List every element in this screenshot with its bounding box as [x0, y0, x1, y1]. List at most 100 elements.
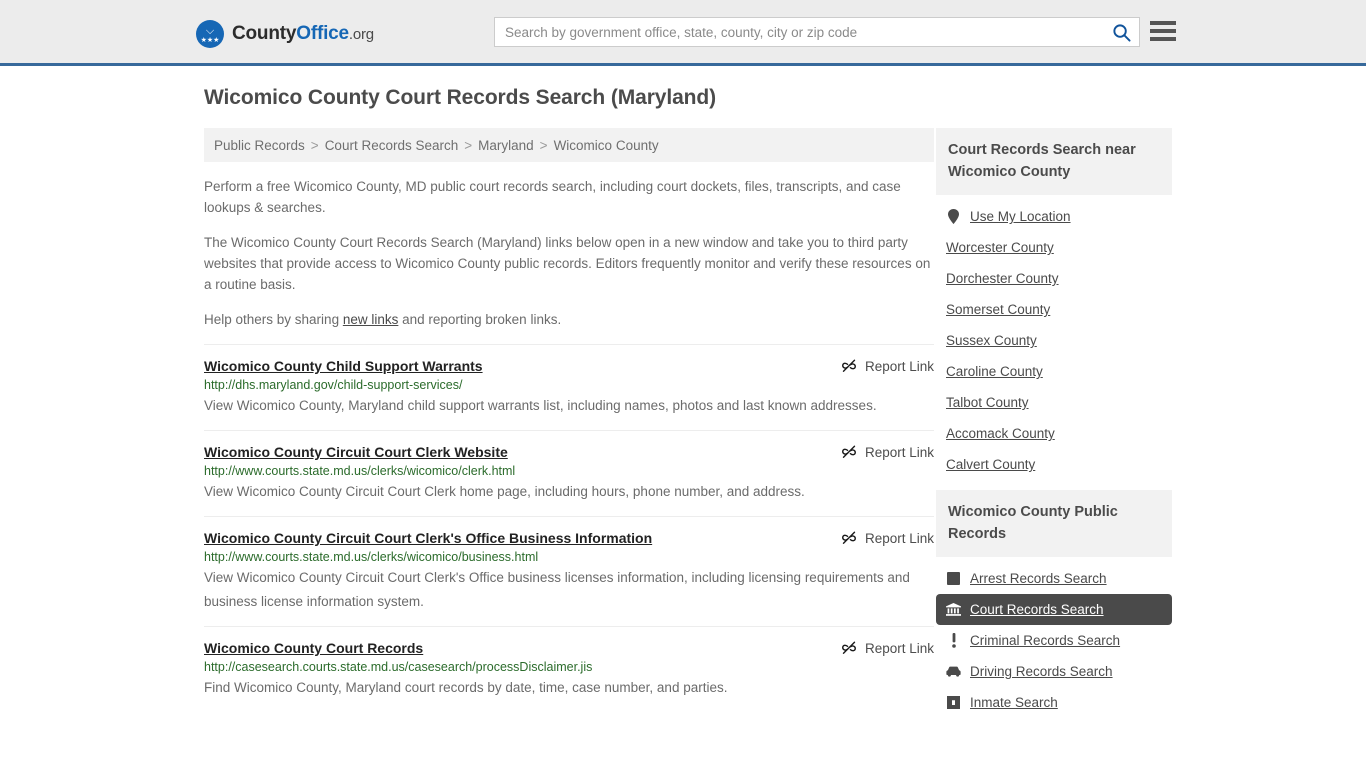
- sidebar-item-label: Inmate Search: [970, 695, 1058, 710]
- hamburger-menu-button[interactable]: [1150, 19, 1176, 43]
- sidebar-item-label: Driving Records Search: [970, 664, 1113, 679]
- sidebar-item-somerset-county[interactable]: Somerset County: [936, 294, 1172, 325]
- report-link-button[interactable]: Report Link: [841, 358, 934, 374]
- sidebar-item-label: Calvert County: [946, 457, 1036, 472]
- sidebar-item-inmate-search[interactable]: Inmate Search: [936, 687, 1172, 718]
- sidebar-item-label: Somerset County: [946, 302, 1051, 317]
- sidebar: Court Records Search near Wicomico Count…: [936, 128, 1172, 728]
- site-header: ⌵ ★★★ CountyOffice.org: [0, 0, 1366, 66]
- result-title-link[interactable]: Wicomico County Child Support Warrants: [204, 358, 483, 374]
- search-input[interactable]: [495, 18, 1103, 46]
- result-title-link[interactable]: Wicomico County Circuit Court Clerk's Of…: [204, 530, 652, 546]
- broken-link-icon: [842, 531, 856, 545]
- page-title: Wicomico County Court Records Search (Ma…: [204, 86, 717, 109]
- sidebar-item-driving-records-search[interactable]: Driving Records Search: [936, 656, 1172, 687]
- result-title-link[interactable]: Wicomico County Circuit Court Clerk Webs…: [204, 444, 508, 460]
- report-link-label: Report Link: [864, 358, 934, 374]
- nearby-searches-box: Court Records Search near Wicomico Count…: [936, 128, 1172, 480]
- fingerprint-icon: [946, 571, 961, 586]
- logo-wordmark: CountyOffice.org: [232, 23, 374, 45]
- sidebar-item-label: Criminal Records Search: [970, 633, 1121, 648]
- sidebar-item-criminal-records-search[interactable]: Criminal Records Search: [936, 625, 1172, 656]
- report-link-button[interactable]: Report Link: [841, 530, 934, 546]
- sidebar-item-accomack-county[interactable]: Accomack County: [936, 418, 1172, 449]
- hamburger-menu-icon: [1150, 21, 1176, 25]
- main-content: Public Records > Court Records Search > Mary…: [196, 128, 934, 712]
- sidebar-item-court-records-search[interactable]: Court Records Search: [936, 594, 1172, 625]
- breadcrumb-item[interactable]: Court Records Search: [325, 138, 459, 153]
- intro-paragraph-1: Perform a free Wicomico County, MD publi…: [204, 179, 901, 215]
- result-url: http://dhs.maryland.gov/child-support-se…: [204, 378, 463, 392]
- jail-icon: [946, 695, 961, 710]
- report-link-button[interactable]: Report Link: [841, 640, 934, 656]
- breadcrumb-item: Wicomico County: [553, 137, 659, 153]
- breadcrumb-separator: >: [464, 137, 473, 153]
- result-item: Wicomico County Court Records http://case…: [204, 626, 934, 712]
- sidebar-item-use-my-location[interactable]: Use My Location: [936, 201, 1172, 232]
- result-description: View Wicomico County Circuit Court Clerk…: [204, 570, 910, 609]
- intro-paragraph-2: The Wicomico County Court Records Search…: [204, 235, 931, 292]
- sidebar-item-talbot-county[interactable]: Talbot County: [936, 387, 1172, 418]
- courthouse-icon: [946, 602, 961, 617]
- broken-link-icon: [842, 359, 856, 373]
- hamburger-menu-icon: [1150, 37, 1176, 41]
- sidebar-item-calvert-county[interactable]: Calvert County: [936, 449, 1172, 480]
- new-links-link[interactable]: new links: [343, 312, 399, 327]
- breadcrumb-item[interactable]: Maryland: [478, 138, 534, 153]
- car-icon: [946, 664, 961, 679]
- breadcrumb: Public Records > Court Records Search > Mary…: [204, 128, 934, 162]
- sidebar-item-label: Sussex County: [946, 333, 1037, 348]
- report-link-button[interactable]: Report Link: [841, 444, 934, 460]
- report-link-label: Report Link: [864, 444, 934, 460]
- sidebar-item-label: Accomack County: [946, 426, 1055, 441]
- public-records-list: Arrest Records Search Court Records Searc…: [936, 557, 1172, 718]
- result-description: View Wicomico County, Maryland child sup…: [204, 398, 877, 413]
- intro-paragraph-3: Help others by sharing new links and rep…: [204, 309, 934, 330]
- sidebar-item-label: Court Records Search: [970, 602, 1104, 617]
- result-title-link[interactable]: Wicomico County Court Records: [204, 640, 423, 656]
- sidebar-item-sussex-county[interactable]: Sussex County: [936, 325, 1172, 356]
- public-records-heading: Wicomico County Public Records: [936, 490, 1172, 557]
- site-logo[interactable]: ⌵ ★★★ CountyOffice.org: [196, 20, 374, 48]
- page-body: Wicomico County Court Records Search (Ma…: [0, 66, 1366, 728]
- exclamation-icon: [946, 633, 961, 648]
- search-bar[interactable]: [494, 17, 1140, 47]
- broken-link-icon: [842, 445, 856, 459]
- hamburger-menu-icon: [1150, 29, 1176, 33]
- result-url: http://www.courts.state.md.us/clerks/wic…: [204, 550, 539, 564]
- sidebar-item-caroline-county[interactable]: Caroline County: [936, 356, 1172, 387]
- intro-text-before: Help others by sharing: [204, 312, 343, 327]
- sidebar-item-label: Dorchester County: [946, 271, 1059, 286]
- nearby-searches-list: Use My Location Worcester County Dorcheste…: [936, 195, 1172, 480]
- report-link-label: Report Link: [864, 530, 934, 546]
- search-button[interactable]: [1103, 18, 1139, 46]
- sidebar-item-arrest-records-search[interactable]: Arrest Records Search: [936, 563, 1172, 594]
- logo-text-org: .org: [348, 26, 374, 43]
- search-icon: [1112, 23, 1131, 42]
- intro-text-after: and reporting broken links.: [398, 312, 562, 327]
- sidebar-item-label: Worcester County: [946, 240, 1054, 255]
- sidebar-item-label: Use My Location: [970, 209, 1071, 224]
- result-description: View Wicomico County Circuit Court Clerk…: [204, 484, 805, 499]
- map-pin-icon: [946, 209, 961, 224]
- nearby-searches-heading: Court Records Search near Wicomico Count…: [936, 128, 1172, 195]
- logo-text-office: Office: [296, 23, 349, 44]
- result-url: http://casesearch.courts.state.md.us/cas…: [204, 660, 593, 674]
- logo-text-county: County: [232, 23, 297, 44]
- result-url: http://www.courts.state.md.us/clerks/wic…: [204, 464, 516, 478]
- broken-link-icon: [842, 641, 856, 655]
- result-item: Wicomico County Circuit Court Clerk Webs…: [204, 430, 934, 516]
- sidebar-item-worcester-county[interactable]: Worcester County: [936, 232, 1172, 263]
- report-link-label: Report Link: [864, 640, 934, 656]
- breadcrumb-separator: >: [539, 137, 548, 153]
- result-description: Find Wicomico County, Maryland court rec…: [204, 680, 728, 695]
- result-item: Wicomico County Child Support Warrants ht…: [204, 344, 934, 430]
- eagle-seal-logo-icon: ⌵ ★★★: [196, 20, 224, 48]
- breadcrumb-separator: >: [310, 137, 319, 153]
- sidebar-item-label: Arrest Records Search: [970, 571, 1107, 586]
- sidebar-item-label: Talbot County: [946, 395, 1029, 410]
- breadcrumb-item[interactable]: Public Records: [214, 138, 305, 153]
- sidebar-item-dorchester-county[interactable]: Dorchester County: [936, 263, 1172, 294]
- result-item: Wicomico County Circuit Court Clerk's Of…: [204, 516, 934, 626]
- public-records-box: Wicomico County Public Records Arrest Re…: [936, 490, 1172, 718]
